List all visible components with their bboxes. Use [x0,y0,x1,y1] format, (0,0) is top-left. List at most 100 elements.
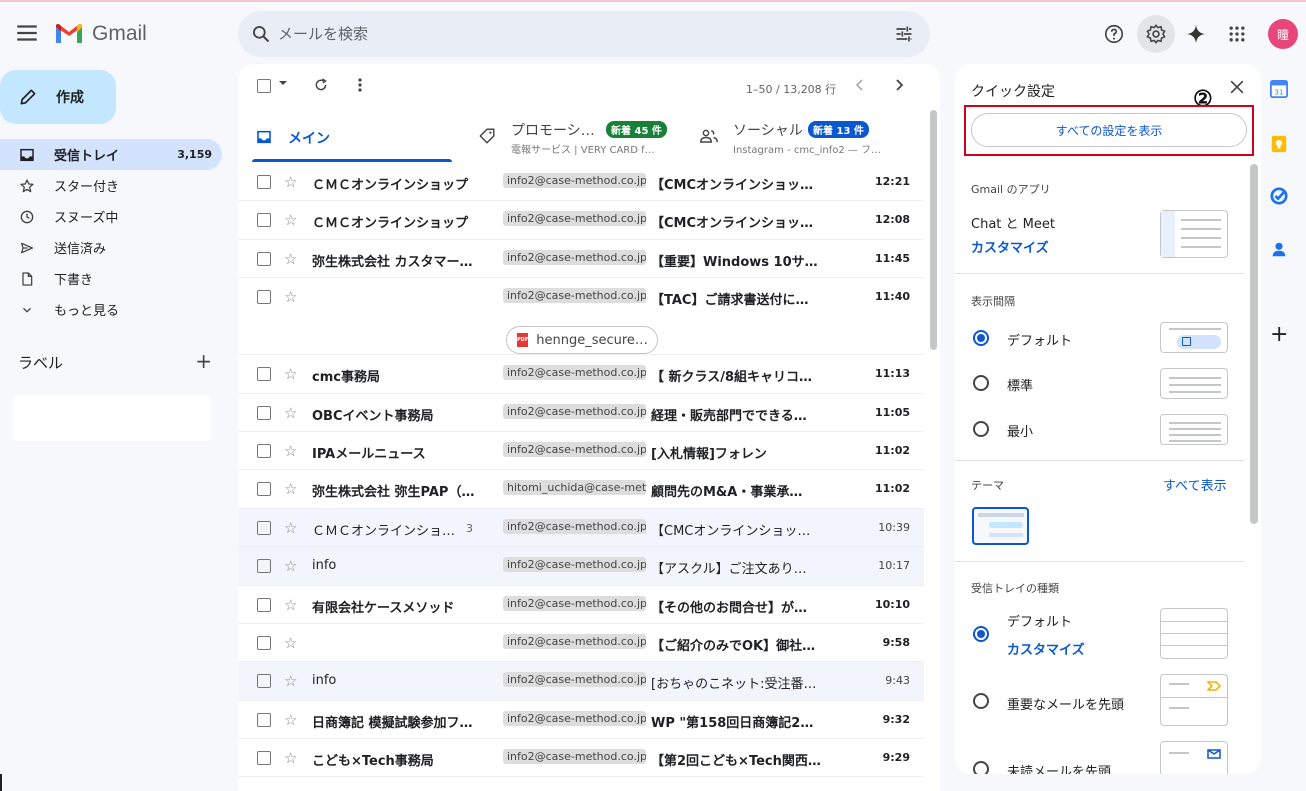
email-row[interactable]: ☆ OBCイベント事務局 info2@case-method.co.jp 経理・販売部… [238,394,924,432]
recipient-label-chip[interactable]: info2@case-method.co.jp [503,595,646,611]
email-row[interactable]: ☆ info info2@case-method.co.jp 【アスクル】ご注文あり…… [238,547,924,586]
add-addon-icon[interactable]: + [1270,324,1290,346]
star-toggle-icon[interactable]: ☆ [284,672,297,690]
account-avatar[interactable]: 瞳 [1268,19,1298,49]
row-checkbox[interactable] [257,175,271,189]
row-checkbox[interactable] [257,251,271,266]
help-icon[interactable] [1095,15,1133,53]
recipient-label-chip[interactable]: info2@case-method.co.jp [503,710,646,726]
row-checkbox[interactable] [257,559,271,574]
apps-grid-icon[interactable] [1218,15,1256,53]
prev-page-icon[interactable] [855,79,865,91]
email-row[interactable]: ☆ 日商簿記 模擬試験参加フ… info2@case-method.co.jp WP … [238,701,924,740]
recipient-label-chip[interactable]: info2@case-method.co.jp [503,557,646,573]
inbox-unread-radio[interactable] [973,761,989,774]
sidebar-item-snoozed[interactable]: スヌーズ中 [0,201,224,232]
mail-list-scrollbar[interactable] [930,110,937,350]
email-row[interactable]: ☆ info2@case-method.co.jp 【ご紹介のみでOK】御社… 9:5… [238,624,924,663]
quick-settings-scrollbar[interactable] [1250,164,1258,524]
recipient-label-chip[interactable]: info2@case-method.co.jp [503,211,646,227]
star-toggle-icon[interactable]: ☆ [284,288,297,306]
recipient-label-chip[interactable]: info2@case-method.co.jp [503,173,646,188]
row-checkbox[interactable] [257,405,271,420]
recipient-label-chip[interactable]: hitomi_uchida@case-meth… [503,480,646,496]
sidebar-item-inbox[interactable]: 受信トレイ 3,159 [0,139,222,170]
email-row[interactable]: ☆ こども×Tech事務局 info2@case-method.co.jp 【第2回こ… [238,739,924,778]
select-dropdown-icon[interactable] [278,78,288,88]
recipient-label-chip[interactable]: info2@case-method.co.jp [503,365,646,381]
star-toggle-icon[interactable]: ☆ [284,557,297,575]
search-input[interactable] [278,23,838,45]
row-checkbox[interactable] [257,674,271,689]
recipient-label-chip[interactable]: info2@case-method.co.jp [503,288,646,304]
density-comfortable-radio[interactable] [973,375,989,391]
contacts-icon[interactable] [1270,240,1290,260]
tab-social[interactable]: ソーシャル 新着 13 件 Instagram - cmc_info2 — フ… [698,114,923,162]
sidebar-item-more[interactable]: もっと見る [0,294,224,325]
row-checkbox[interactable] [257,213,271,228]
calendar-icon[interactable]: 31 [1270,80,1290,100]
star-toggle-icon[interactable]: ☆ [284,250,297,268]
gemini-sparkle-icon[interactable] [1177,15,1215,53]
row-checkbox[interactable] [257,635,271,650]
star-toggle-icon[interactable]: ☆ [284,365,297,383]
sidebar-item-drafts[interactable]: 下書き [0,263,224,294]
row-checkbox[interactable] [257,367,271,382]
gmail-logo[interactable]: Gmail [54,22,147,46]
attachment-chip[interactable]: PDF hennge_secure… [506,326,658,355]
recipient-label-chip[interactable]: info2@case-method.co.jp [503,441,646,457]
add-label-icon[interactable]: + [195,349,212,373]
density-default-radio[interactable] [973,330,989,346]
recipient-label-chip[interactable]: info2@case-method.co.jp [503,249,646,265]
star-toggle-icon[interactable]: ☆ [284,749,297,767]
email-row[interactable]: ☆ 弥生株式会社 弥生PAP（… hitomi_uchida@case-meth… 顧… [238,470,924,509]
star-toggle-icon[interactable]: ☆ [284,711,297,729]
theme-view-all-link[interactable]: すべて表示 [1163,475,1227,494]
email-row[interactable]: ☆ ＣＭＣオンラインショップ info2@case-method.co.jp 【CMC… [238,163,924,202]
keep-icon[interactable] [1270,135,1290,155]
email-row[interactable]: ☆ IPAメールニュース info2@case-method.co.jp [入札情報]… [238,432,924,471]
email-row[interactable]: ☆ info2@case-method.co.jp 【TAC】ご請求書送付に… 11:… [238,278,924,356]
recipient-label-chip[interactable]: info2@case-method.co.jp [503,749,646,765]
sidebar-item-starred[interactable]: スター付き [0,170,224,201]
email-row[interactable]: ☆ cmc事務局 info2@case-method.co.jp 【 新クラス/8組キ… [238,355,924,394]
email-row[interactable]: ☆ info info2@case-method.co.jp [おちゃのこネット:受注… [238,662,924,701]
close-icon[interactable] [1227,77,1247,97]
email-row[interactable]: ☆ ＣＭＣオンラインショップ info2@case-method.co.jp 【CMC… [238,201,924,240]
recipient-label-chip[interactable]: info2@case-method.co.jp [503,672,646,688]
row-checkbox[interactable] [257,712,271,727]
next-page-icon[interactable] [894,79,904,91]
email-row[interactable]: ☆ ＣＭＣオンラインショ… 3 info2@case-method.co.jp 【CMC… [238,508,924,548]
star-toggle-icon[interactable]: ☆ [284,634,297,652]
star-toggle-icon[interactable]: ☆ [284,596,297,614]
select-all-checkbox[interactable] [257,79,271,93]
row-checkbox[interactable] [257,482,271,497]
email-row[interactable]: ☆ 有限会社ケースメソッド info2@case-method.co.jp 【その他の… [238,586,924,624]
more-options-icon[interactable] [353,77,367,93]
tasks-icon[interactable] [1270,187,1290,207]
refresh-icon[interactable] [313,77,329,93]
email-row[interactable]: ☆ 弥生株式会社 カスタマー… info2@case-method.co.jp 【重要… [238,240,924,279]
settings-gear-icon[interactable] [1137,15,1175,53]
star-toggle-icon[interactable]: ☆ [284,519,297,537]
star-toggle-icon[interactable]: ☆ [284,404,297,422]
theme-thumbnail[interactable] [972,507,1029,545]
star-toggle-icon[interactable]: ☆ [284,480,297,498]
search-bar[interactable] [238,11,930,57]
star-toggle-icon[interactable]: ☆ [284,442,297,460]
inbox-important-radio[interactable] [973,693,989,709]
recipient-label-chip[interactable]: info2@case-method.co.jp [503,518,646,534]
inbox-default-radio[interactable] [973,626,989,642]
row-checkbox[interactable] [257,443,271,458]
recipient-label-chip[interactable]: info2@case-method.co.jp [503,633,646,649]
sidebar-item-sent[interactable]: 送信済み [0,232,224,263]
recipient-label-chip[interactable]: info2@case-method.co.jp [503,403,646,419]
star-toggle-icon[interactable]: ☆ [284,173,297,191]
compose-button[interactable]: 作成 [0,70,116,124]
row-checkbox[interactable] [257,597,271,612]
tab-primary[interactable]: メイン [238,114,454,162]
search-options-icon[interactable] [894,24,914,44]
main-menu-icon[interactable] [14,20,40,46]
row-checkbox[interactable] [257,520,271,535]
inbox-customize-link[interactable]: カスタマイズ [1007,639,1085,658]
